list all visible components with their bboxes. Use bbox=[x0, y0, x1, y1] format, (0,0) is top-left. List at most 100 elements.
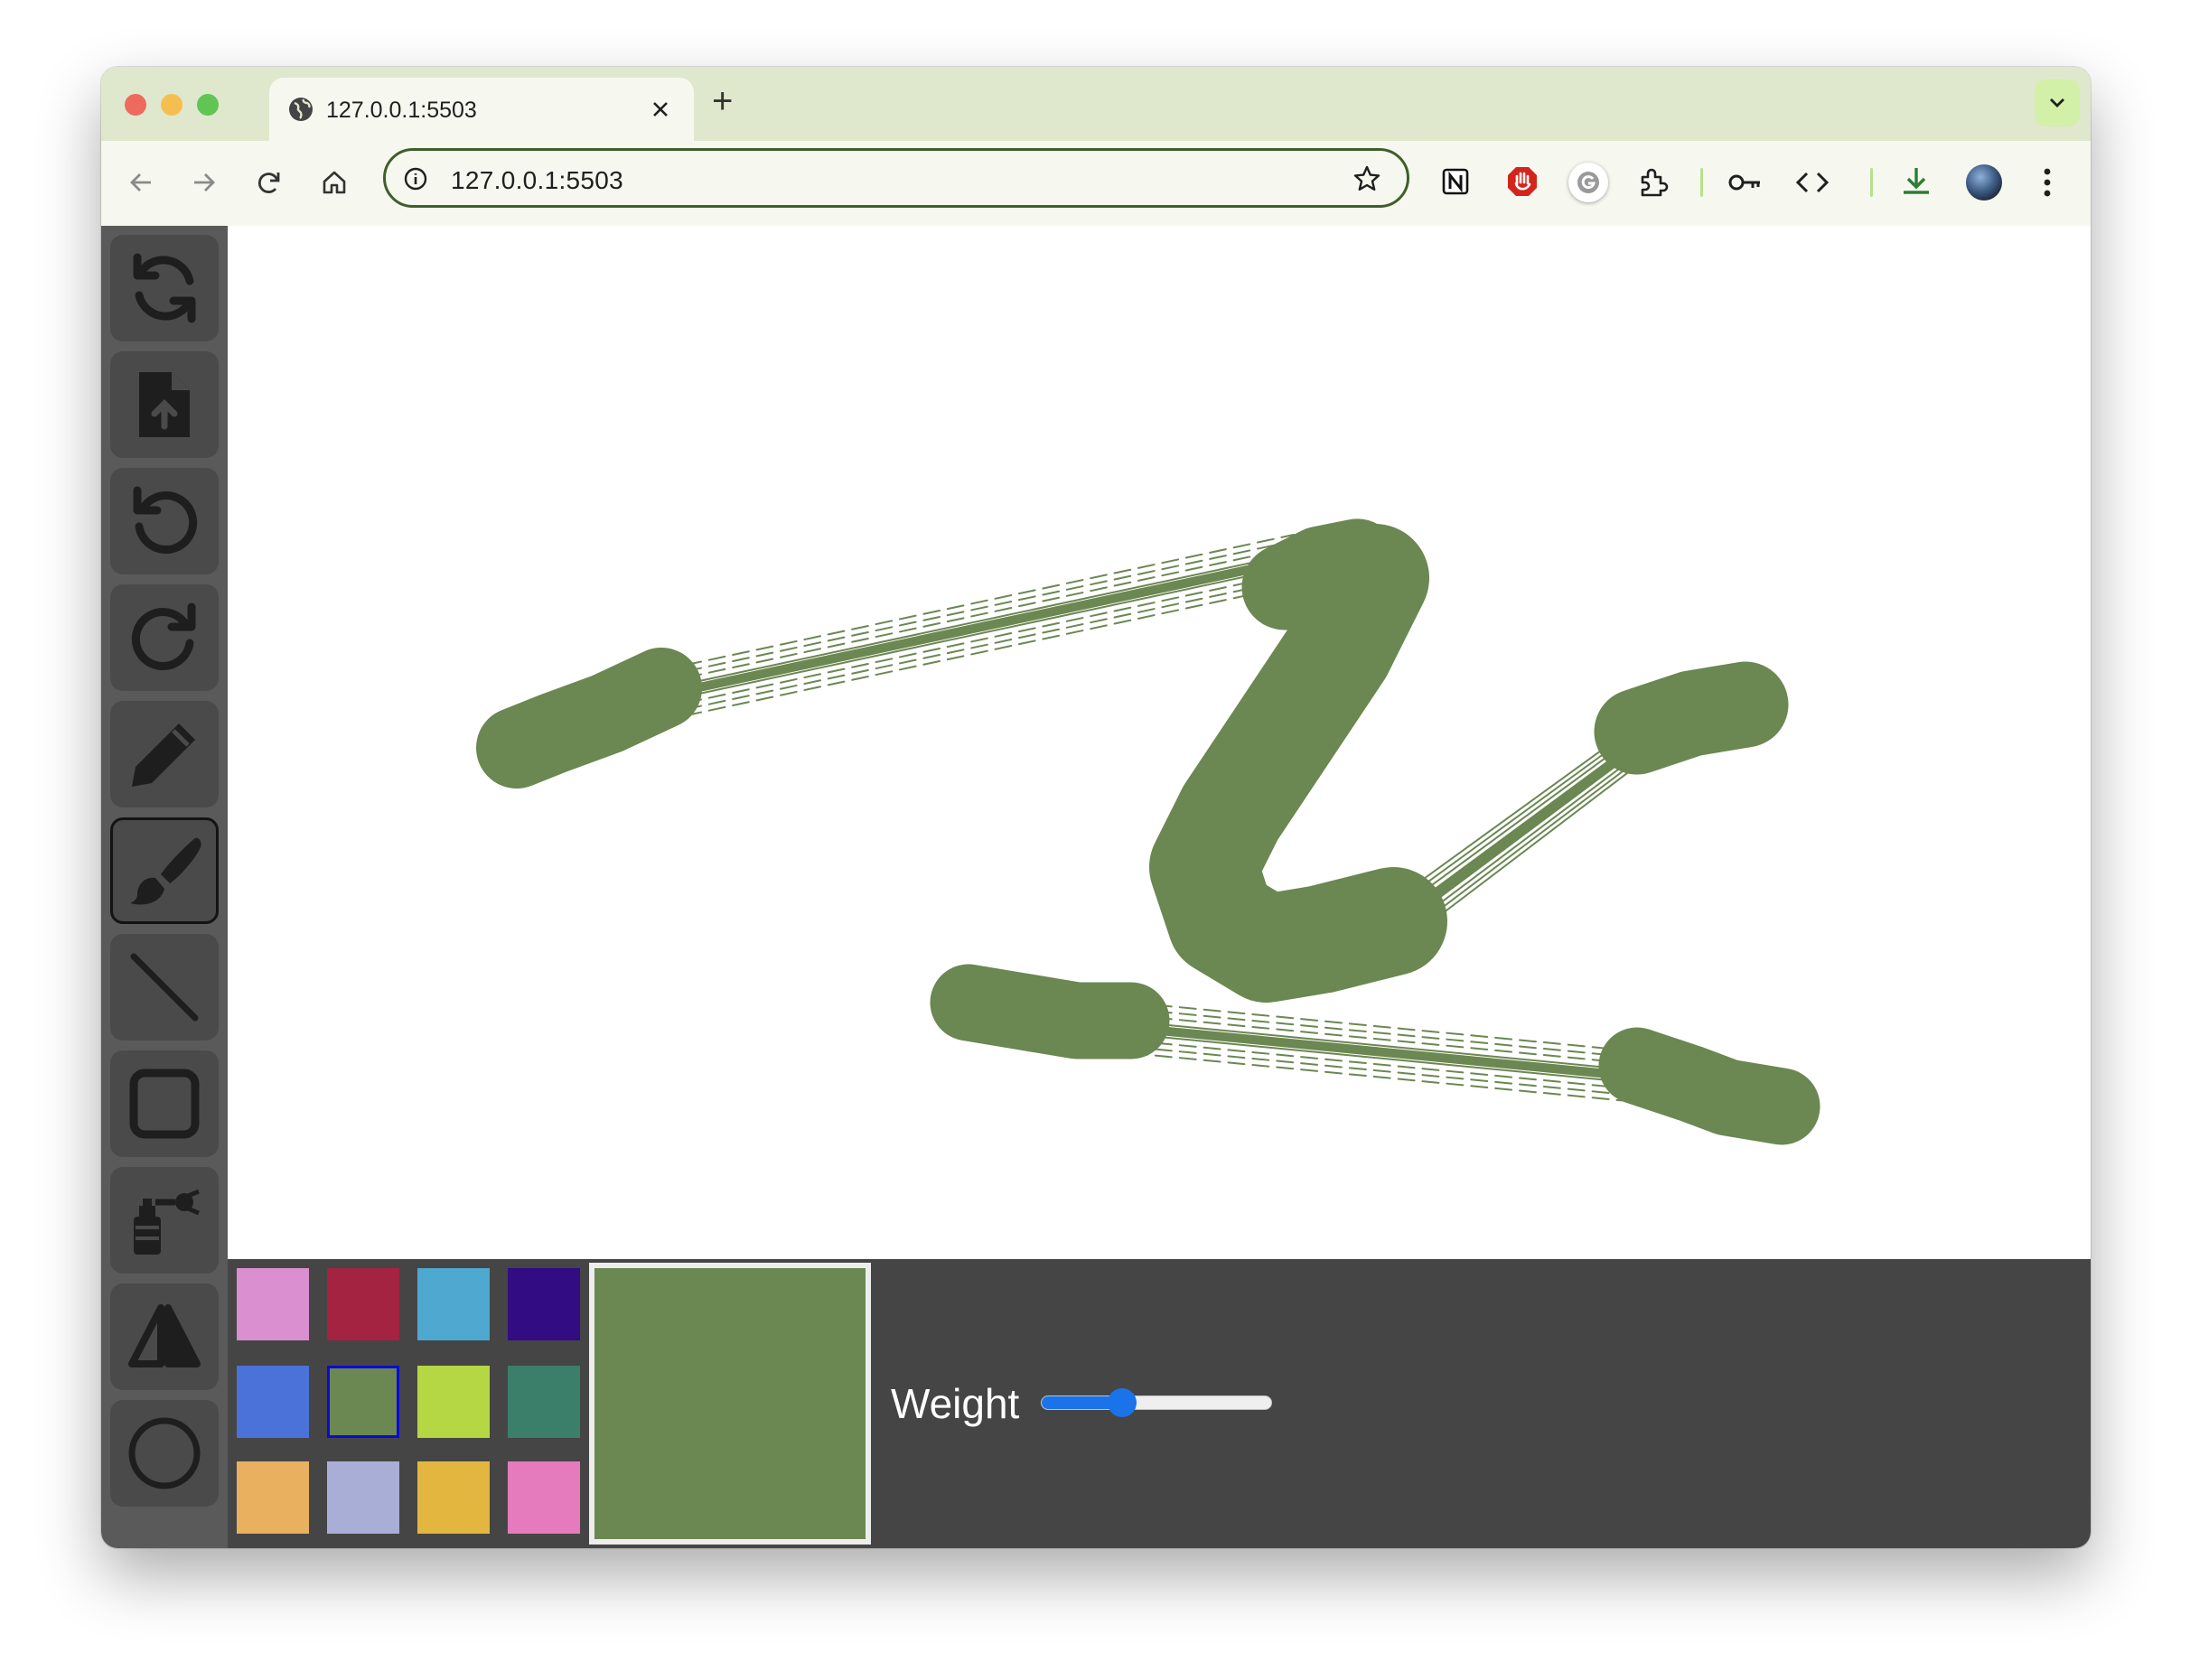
rectangle-tool-button[interactable] bbox=[110, 1050, 219, 1157]
file-upload-icon bbox=[139, 372, 190, 437]
forward-icon[interactable] bbox=[190, 168, 219, 197]
stroke-group bbox=[476, 518, 1820, 1145]
brush-bristle-line bbox=[660, 546, 1295, 684]
color-swatch[interactable] bbox=[508, 1366, 580, 1438]
maximize-window-button[interactable] bbox=[197, 94, 219, 116]
brush-bristle-line bbox=[1371, 727, 1660, 944]
redo-icon bbox=[131, 602, 196, 670]
upload-file-tool-button[interactable] bbox=[110, 351, 219, 458]
grammarly-extension-icon[interactable] bbox=[1568, 163, 1608, 202]
brush-bristle-line bbox=[1130, 1033, 1638, 1084]
weight-slider-track[interactable] bbox=[1041, 1395, 1272, 1410]
current-color-preview bbox=[589, 1263, 871, 1545]
chevron-down-icon bbox=[2050, 98, 2064, 107]
redo-tool-button[interactable] bbox=[110, 584, 219, 691]
brush-icon bbox=[130, 837, 201, 905]
toolbar-divider bbox=[1700, 168, 1703, 197]
brush-bristle-line bbox=[660, 553, 1295, 690]
drawing-canvas[interactable] bbox=[228, 226, 2091, 1259]
pencil-tool-button[interactable] bbox=[110, 701, 219, 807]
brush-bristle-line bbox=[660, 578, 1295, 715]
developer-code-icon[interactable] bbox=[1794, 168, 1830, 197]
password-key-icon[interactable] bbox=[1727, 168, 1764, 197]
brush-bristle-line bbox=[660, 534, 1295, 671]
tool-sidebar bbox=[101, 226, 228, 1548]
brush-bristle-line bbox=[660, 540, 1295, 677]
color-swatch[interactable] bbox=[327, 1461, 399, 1534]
brush-stroke-blob bbox=[476, 648, 702, 789]
address-bar[interactable]: 127.0.0.1:5503 bbox=[383, 148, 1409, 208]
g-letter-icon bbox=[1577, 172, 1599, 193]
brush-bristle-line bbox=[657, 555, 1298, 700]
brush-bristle-line bbox=[1374, 745, 1656, 959]
line-icon bbox=[130, 953, 199, 1022]
color-swatch[interactable] bbox=[237, 1366, 309, 1438]
brush-stroke-blob bbox=[1598, 1027, 1820, 1145]
color-swatch[interactable] bbox=[508, 1461, 580, 1534]
spray-can-icon bbox=[134, 1189, 200, 1255]
browser-window: 127.0.0.1:5503 + 127.0.0.1:5503 Weight bbox=[101, 67, 2091, 1548]
page-content: Weight bbox=[101, 226, 2091, 1548]
brush-stroke-blob bbox=[930, 964, 1170, 1059]
color-swatch[interactable] bbox=[417, 1461, 490, 1534]
color-swatch[interactable] bbox=[237, 1268, 309, 1340]
back-icon[interactable] bbox=[126, 168, 155, 197]
download-icon[interactable] bbox=[1899, 164, 1933, 199]
new-tab-button[interactable]: + bbox=[712, 81, 733, 122]
brush-bristle-line bbox=[1127, 1023, 1642, 1081]
color-swatch[interactable] bbox=[417, 1268, 490, 1340]
color-swatch[interactable] bbox=[327, 1268, 399, 1340]
brush-bristle-line bbox=[1374, 720, 1656, 928]
undo-tool-button[interactable] bbox=[110, 468, 219, 574]
toolbar-divider-2 bbox=[1870, 168, 1873, 197]
brush-bristle-line bbox=[1130, 1002, 1638, 1052]
menu-kebab-icon[interactable] bbox=[2042, 166, 2053, 199]
extensions-puzzle-icon[interactable] bbox=[1637, 166, 1670, 199]
bottom-panel: Weight bbox=[228, 1259, 2091, 1548]
color-swatch[interactable] bbox=[508, 1268, 580, 1340]
circle-icon bbox=[128, 1417, 201, 1489]
notion-extension-icon[interactable] bbox=[1440, 166, 1471, 197]
brush-bristle-line bbox=[660, 572, 1295, 709]
refresh-icon bbox=[133, 253, 196, 323]
square-icon bbox=[129, 1069, 200, 1139]
pencil-icon bbox=[132, 723, 195, 787]
ad-block-extension-icon[interactable] bbox=[1505, 164, 1540, 199]
site-info-icon[interactable] bbox=[404, 167, 427, 191]
mirror-symmetry-icon bbox=[128, 1304, 201, 1367]
tab-strip: 127.0.0.1:5503 + bbox=[101, 67, 2091, 141]
line-tool-button[interactable] bbox=[110, 934, 219, 1041]
tab-search-button[interactable] bbox=[2035, 79, 2080, 126]
weight-slider-thumb[interactable] bbox=[1107, 1388, 1137, 1417]
profile-avatar[interactable] bbox=[1966, 164, 2002, 201]
home-icon[interactable] bbox=[320, 168, 349, 197]
reload-icon[interactable] bbox=[255, 168, 284, 197]
tab-title: 127.0.0.1:5503 bbox=[326, 98, 477, 123]
color-swatch[interactable] bbox=[327, 1366, 399, 1438]
circle-tool-button[interactable] bbox=[110, 1400, 219, 1507]
brush-tool-button[interactable] bbox=[110, 817, 219, 924]
brush-bristle-line bbox=[1374, 710, 1656, 915]
mirror-tool-button[interactable] bbox=[110, 1283, 219, 1390]
color-swatch[interactable] bbox=[237, 1461, 309, 1534]
bookmark-star-icon[interactable] bbox=[1352, 164, 1381, 193]
brush-bristle-line bbox=[660, 584, 1295, 722]
brush-bristle-line bbox=[660, 565, 1295, 703]
close-window-button[interactable] bbox=[125, 94, 146, 116]
brush-bristle-line bbox=[1374, 741, 1656, 953]
weight-label: Weight bbox=[891, 1380, 1020, 1427]
brush-bristle-line bbox=[1130, 1021, 1638, 1071]
close-tab-icon[interactable] bbox=[650, 99, 670, 119]
spray-tool-button[interactable] bbox=[110, 1167, 219, 1274]
browser-tab[interactable]: 127.0.0.1:5503 bbox=[269, 78, 694, 141]
undo-icon bbox=[133, 486, 198, 554]
refresh-tool-button[interactable] bbox=[110, 235, 219, 341]
minimize-window-button[interactable] bbox=[161, 94, 182, 116]
globe-icon bbox=[289, 98, 313, 121]
url-text: 127.0.0.1:5503 bbox=[451, 166, 624, 194]
brush-stroke-blob bbox=[1149, 524, 1447, 1003]
brush-bristle-line bbox=[1374, 751, 1656, 966]
color-swatch[interactable] bbox=[417, 1366, 490, 1438]
brush-strokes bbox=[476, 518, 1820, 1145]
brush-bristle-line bbox=[1130, 1052, 1638, 1103]
